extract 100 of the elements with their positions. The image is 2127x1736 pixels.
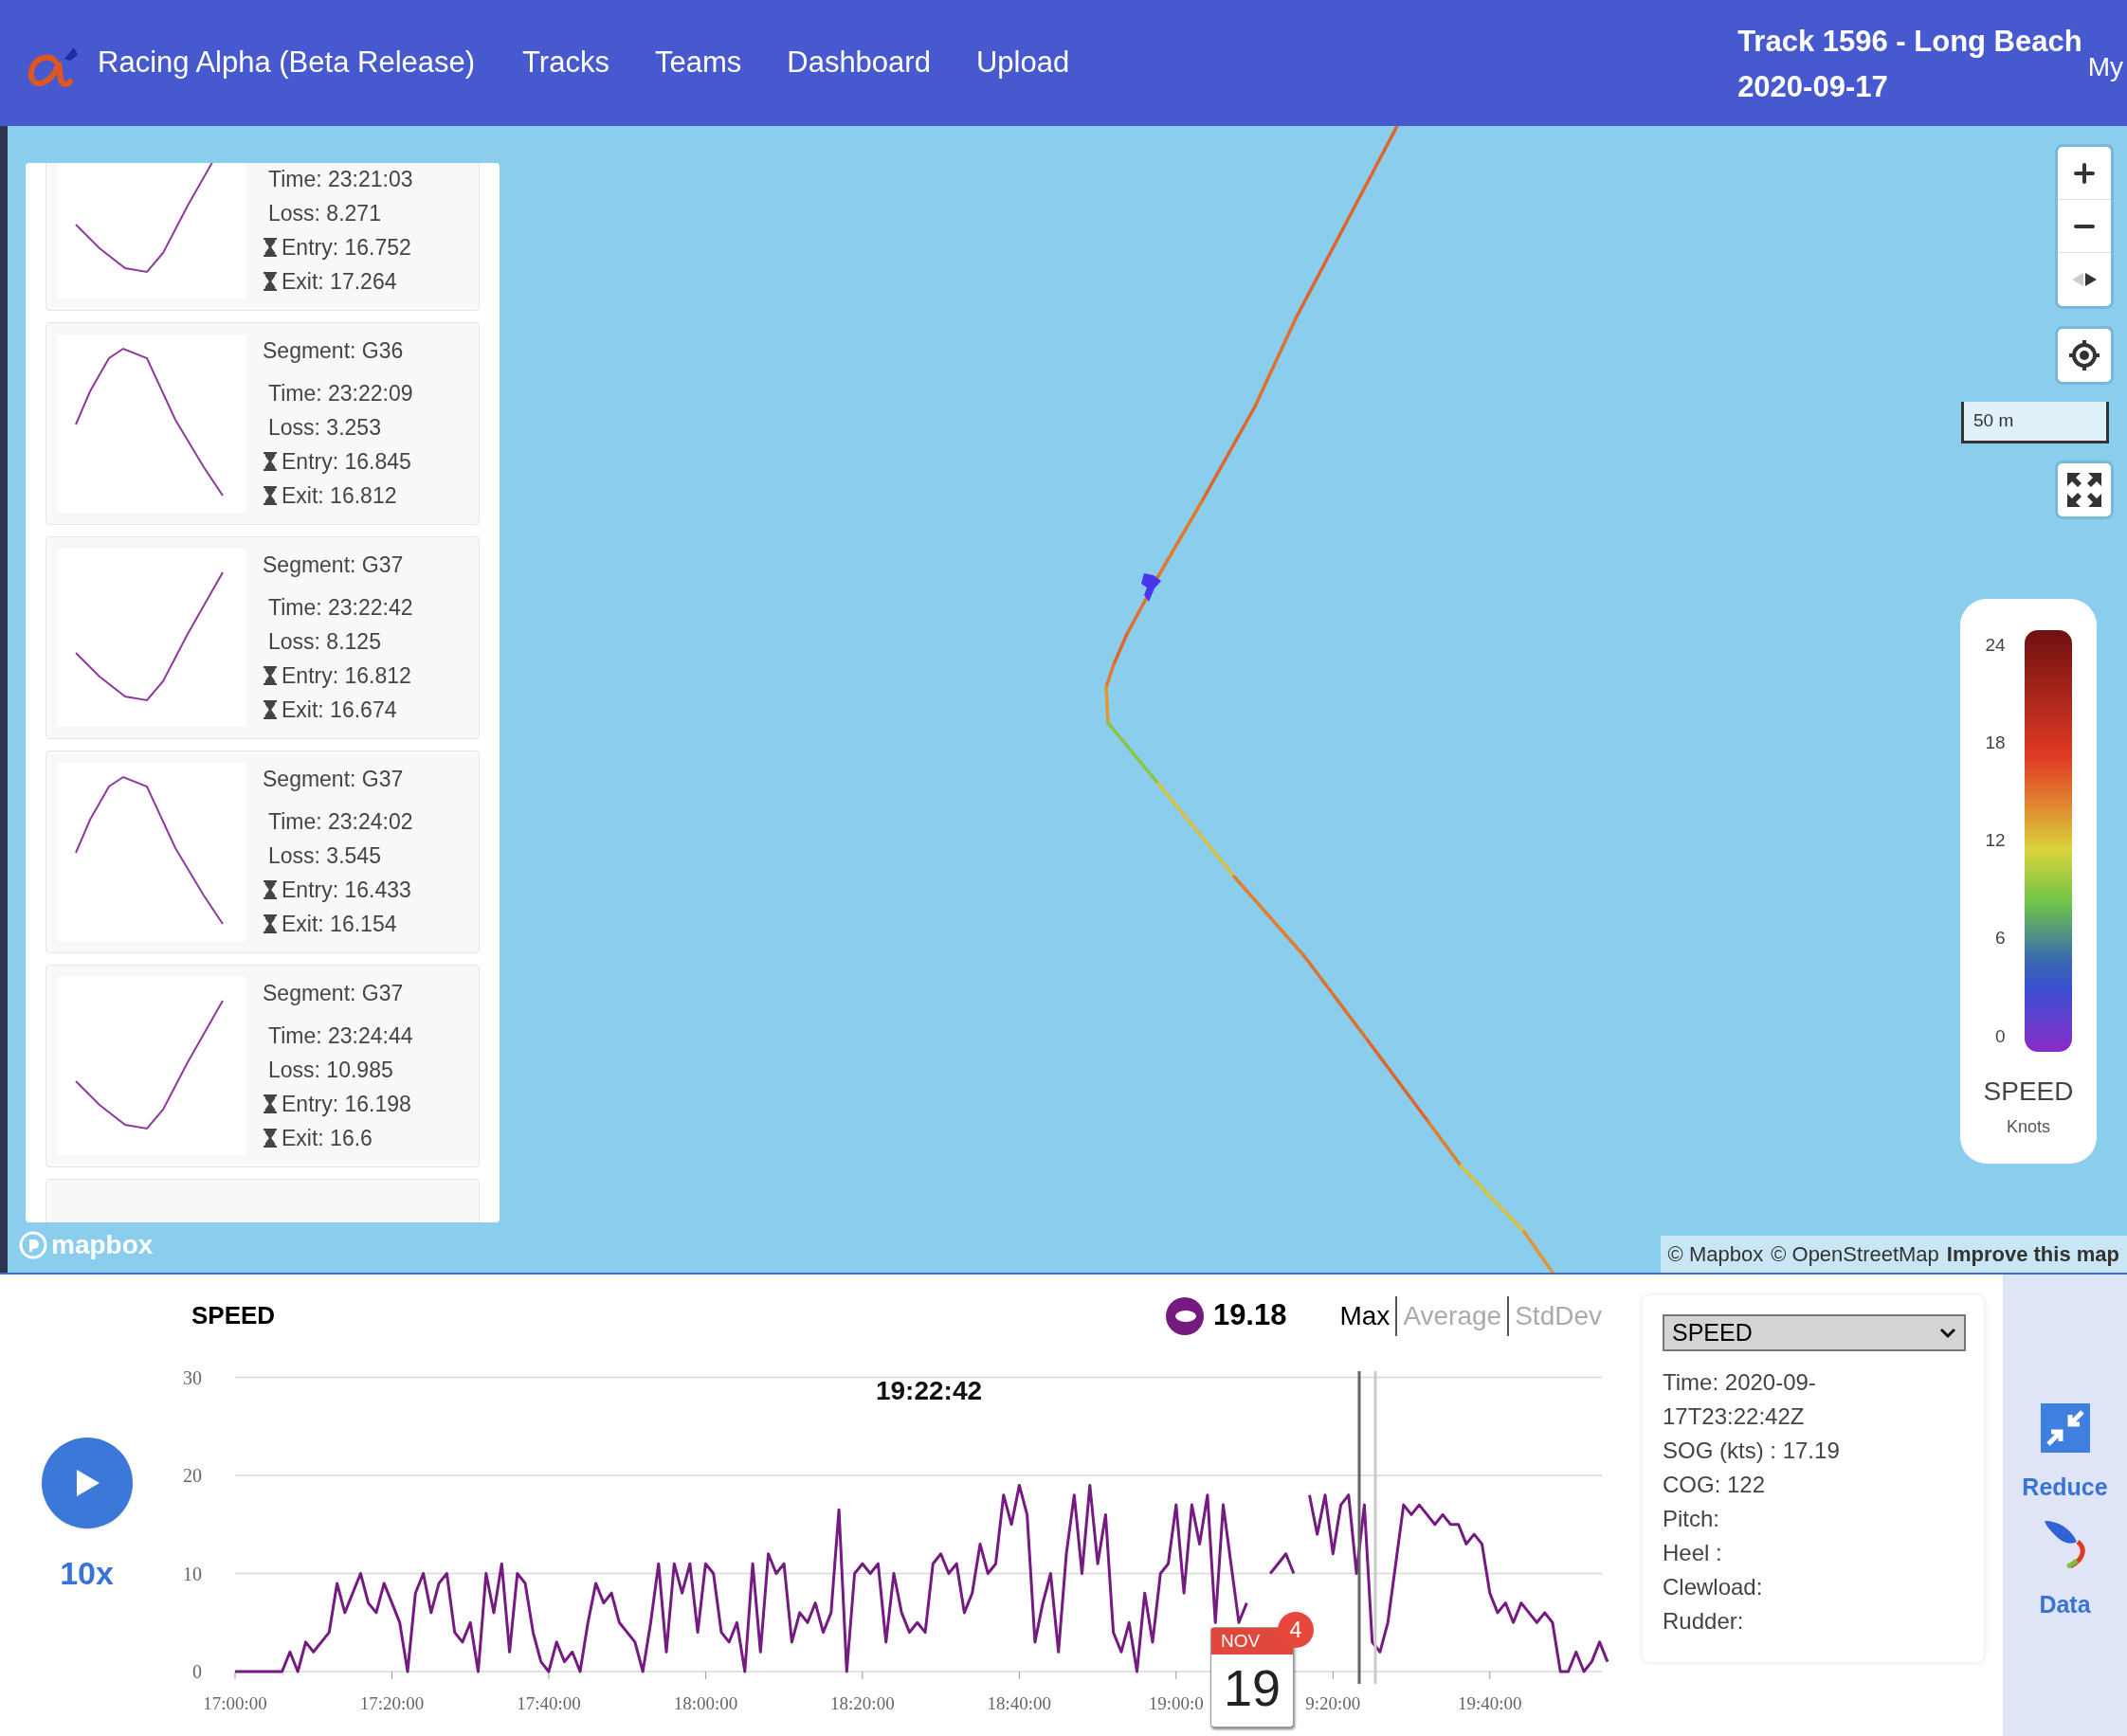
side-action-button[interactable]: Reduce: [2022, 1403, 2108, 1506]
metric-select[interactable]: SPEED: [1663, 1314, 1966, 1351]
legend-title: SPEED: [1983, 1078, 2074, 1105]
info-line: Time: 2020-09-17T23:22:42Z: [1663, 1368, 1817, 1431]
segment-exit: Exit: 16.812: [282, 482, 397, 510]
segment-exit: Exit: 16.154: [282, 911, 397, 938]
segment-exit: Exit: 16.6: [282, 1125, 373, 1152]
segment-loss: Loss: 3.545: [267, 842, 382, 870]
info-line: COG: 122: [1663, 1471, 1767, 1499]
stat-icon: [1165, 1296, 1204, 1335]
app-brand[interactable]: Racing Alpha (Beta Release): [98, 41, 476, 85]
boat-marker-icon[interactable]: [1141, 573, 1161, 602]
y-tick-label: 30: [183, 1366, 202, 1388]
improve-map-link[interactable]: Improve this map: [1946, 1239, 2119, 1270]
segment-card[interactable]: Segment: G36 Time: 23:22:09 Loss: 3.253 Entry: 16.845 Exit: 16.812: [45, 322, 480, 525]
nav-link[interactable]: Upload: [975, 41, 1070, 85]
segment-card[interactable]: Segment: G37 Time: 23:24:44 Loss: 10.985 Entry: 16.198 Exit: 16.6: [45, 965, 480, 1167]
hourglass-icon: [263, 699, 278, 720]
segment-entry: Entry: 16.752: [282, 234, 411, 262]
segment-card[interactable]: Segment: G37 Time: 23:24:02 Loss: 3.545 Entry: 16.433 Exit: 16.154: [45, 750, 480, 953]
segment-loss: Loss: 8.271: [267, 200, 382, 227]
locate-button[interactable]: [2055, 326, 2114, 385]
fullscreen-icon: [2065, 471, 2103, 509]
hourglass-icon: [263, 237, 278, 258]
side-action-button[interactable]: Data: [2039, 1518, 2091, 1622]
segment-exit: Exit: 17.264: [282, 268, 397, 296]
minus-icon: [2074, 224, 2095, 228]
legend-unit: Knots: [2007, 1116, 2050, 1138]
stat-value: 19.18: [1212, 1297, 1287, 1334]
legend-tick: 24: [1985, 634, 2006, 657]
mapbox-logo-icon: [19, 1231, 47, 1259]
track-date: 2020-09-17: [1737, 68, 1889, 105]
segment-entry: Entry: 16.198: [282, 1091, 411, 1118]
hourglass-icon: [263, 1094, 278, 1114]
segment-time: Time: 23:22:42: [267, 594, 413, 622]
x-tick-label: 18:20:00: [830, 1693, 895, 1713]
segment-loss: Loss: 8.125: [267, 628, 382, 656]
segment-entry: Entry: 16.433: [282, 877, 411, 904]
x-tick-label: 18:40:00: [987, 1693, 1052, 1713]
segment-time: Time: 23:24:44: [267, 1022, 413, 1050]
hourglass-icon: [263, 879, 278, 900]
x-tick-label: 19:00:0: [1148, 1693, 1204, 1713]
legend-tick: 12: [1985, 829, 2006, 853]
segment-time: Time: 23:21:03: [267, 166, 413, 193]
segment-entry: Entry: 16.812: [282, 662, 411, 690]
segment-entry: Entry: 16.845: [282, 448, 411, 476]
x-tick-label: 18:00:00: [673, 1693, 738, 1713]
plus-icon: [2073, 161, 2096, 185]
segment-loss: Loss: 10.985: [267, 1057, 394, 1084]
info-line: Pitch:: [1663, 1505, 1721, 1533]
calendar-day: 19: [1211, 1655, 1293, 1721]
track-title: Track 1596 - Long Beach: [1737, 23, 2082, 60]
chart-title: SPEED: [191, 1300, 276, 1331]
y-tick-label: 10: [183, 1563, 202, 1584]
info-line: Rudder:: [1663, 1607, 1745, 1636]
hourglass-icon: [263, 665, 278, 686]
segment-exit: Exit: 16.674: [282, 696, 397, 724]
x-tick-label: 17:00:00: [203, 1693, 267, 1713]
legend-tick: 18: [1985, 732, 2006, 755]
segment-card[interactable]: Segment: G37 Time: 23:22:42 Loss: 8.125 Entry: 16.812 Exit: 16.674: [45, 536, 480, 739]
info-line: Clewload:: [1663, 1573, 1764, 1601]
segment-time: Time: 23:22:09: [267, 380, 413, 407]
locate-icon: [2068, 339, 2100, 371]
sail-icon: [2042, 1518, 2088, 1570]
attribution-text[interactable]: © Mapbox: [1667, 1239, 1764, 1270]
hourglass-icon: [263, 271, 278, 292]
y-tick-label: 20: [183, 1465, 202, 1486]
attribution-text[interactable]: © OpenStreetMap: [1771, 1239, 1939, 1270]
shrink-arrows-icon: [2040, 1403, 2090, 1453]
x-tick-label: 9:20:00: [1305, 1693, 1361, 1713]
cursor-line[interactable]: [1357, 1371, 1361, 1684]
scale-bar: 50 m: [1961, 402, 2109, 443]
legend-tick: 6: [1995, 927, 2006, 950]
nav-link[interactable]: Teams: [654, 41, 742, 85]
segment-label: Segment: G37: [263, 980, 405, 1007]
hourglass-icon: [263, 913, 278, 934]
segment-label: Segment: G37: [263, 766, 405, 793]
segment-label: Segment: G36: [263, 337, 405, 365]
nav-link[interactable]: Tracks: [522, 41, 609, 85]
segment-time: Time: 23:24:02: [267, 808, 413, 836]
info-line: Heel :: [1663, 1539, 1723, 1567]
user-menu[interactable]: My: [2087, 47, 2123, 87]
x-tick-label: 19:40:00: [1458, 1693, 1522, 1713]
hourglass-icon: [263, 451, 278, 472]
stat-tab[interactable]: Max: [1334, 1295, 1396, 1336]
x-tick-label: 17:40:00: [517, 1693, 581, 1713]
playback-speed[interactable]: 10x: [60, 1549, 114, 1598]
legend-tick: 0: [1995, 1024, 2006, 1048]
x-tick-label: 17:20:00: [359, 1693, 425, 1713]
cursor-time: 19:22:42: [875, 1376, 983, 1405]
hourglass-icon: [263, 1128, 278, 1148]
nav-link[interactable]: Dashboard: [787, 41, 931, 85]
segment-card[interactable]: Time: 23:21:03 Loss: 8.271 Entry: 16.752 Exit: 17.264: [45, 163, 480, 311]
compass-arrows-icon: [2071, 272, 2098, 287]
info-line: SOG (kts) : 17.19: [1663, 1437, 1841, 1465]
segment-loss: Loss: 3.253: [267, 414, 382, 442]
hourglass-icon: [263, 485, 278, 506]
y-tick-label: 0: [192, 1661, 202, 1682]
fullscreen-button[interactable]: [2055, 461, 2114, 519]
segment-label: Segment: G37: [263, 552, 405, 579]
